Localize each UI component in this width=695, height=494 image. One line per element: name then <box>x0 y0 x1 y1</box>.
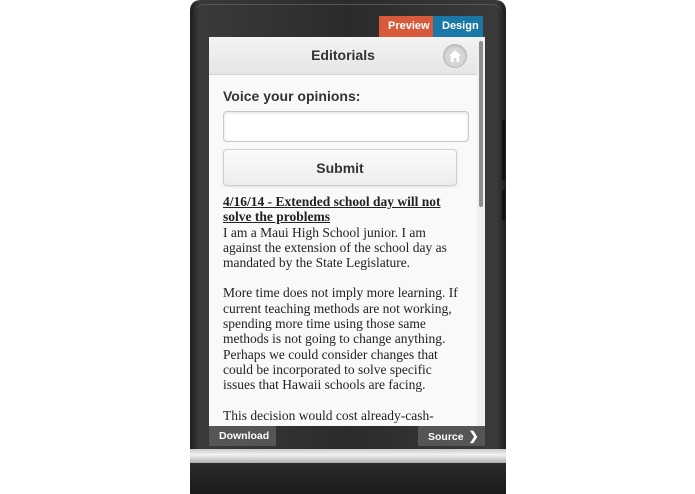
voice-label: Voice your opinions: <box>223 88 361 104</box>
source-button[interactable]: Source ❯ <box>418 426 485 446</box>
app-screen: Editorials Voice your opinions: Submit 4… <box>209 37 485 426</box>
source-label: Source <box>428 431 464 443</box>
submit-button[interactable]: Submit <box>223 149 457 186</box>
editorial-paragraph: I am a Maui High School junior. I am aga… <box>223 224 447 271</box>
scrollbar-thumb[interactable] <box>479 41 483 207</box>
mode-tabs: Preview Design <box>379 16 483 37</box>
tab-preview[interactable]: Preview <box>379 16 433 37</box>
phone-top-edge <box>194 4 502 15</box>
tab-design[interactable]: Design <box>433 16 483 37</box>
editorial-heading[interactable]: 4/16/14 - Extended school day will not s… <box>223 194 463 225</box>
chevron-right-icon: ❯ <box>468 429 479 443</box>
page-title: Editorials <box>311 47 375 63</box>
phone-side-key <box>502 120 505 180</box>
home-button[interactable] <box>443 44 467 68</box>
download-label: Download <box>219 430 270 442</box>
editorial-paragraph: More time does not imply more learning. … <box>223 285 458 393</box>
app-header: Editorials <box>209 37 477 75</box>
editorial-paragraph: This decision would cost already-cash- <box>223 407 434 423</box>
home-icon <box>449 50 461 62</box>
download-button[interactable]: Download <box>209 426 276 446</box>
bottom-bar: Download Source ❯ <box>209 426 485 446</box>
editorial-article: 4/16/14 - Extended school day will not s… <box>223 194 463 426</box>
scrollbar[interactable] <box>477 37 485 426</box>
phone-side-key <box>502 190 505 220</box>
opinion-input[interactable] <box>223 111 469 142</box>
phone-chrome-bar <box>190 449 506 463</box>
phone-bottom-bezel <box>190 463 506 494</box>
